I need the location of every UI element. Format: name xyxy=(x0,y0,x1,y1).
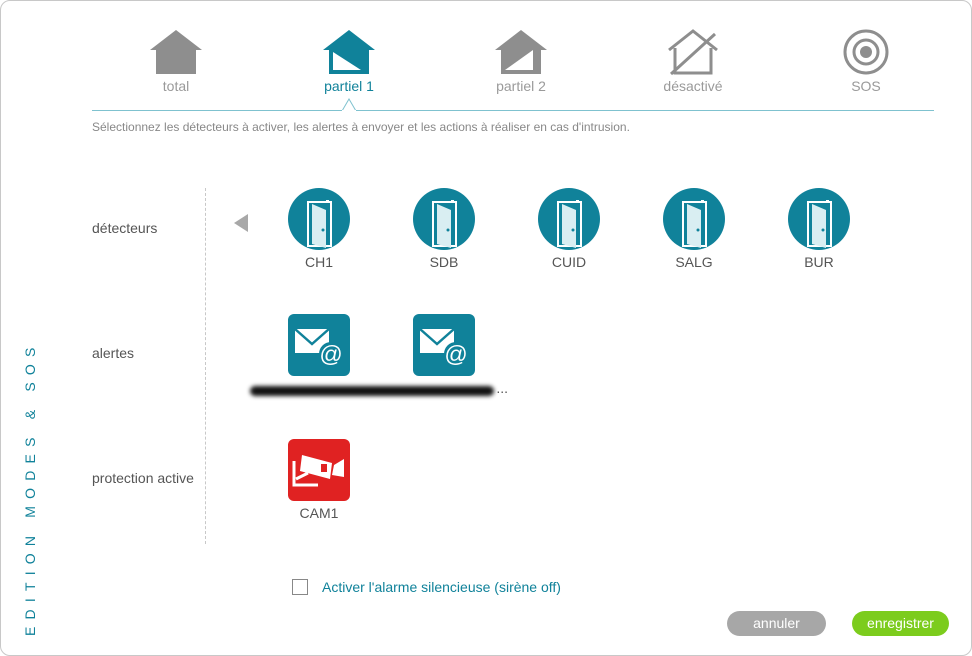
house-partial-2-icon xyxy=(495,30,547,74)
section-label-protection: protection active xyxy=(92,470,194,486)
detector-salg[interactable]: SALG xyxy=(662,188,726,270)
detector-label: SDB xyxy=(429,254,459,270)
tab-underline xyxy=(92,110,934,111)
cancel-button[interactable]: annuler xyxy=(727,611,826,636)
detector-label: SALG xyxy=(675,254,713,270)
scroll-left-arrow-icon[interactable] xyxy=(234,214,248,232)
section-label-detectors: détecteurs xyxy=(92,220,158,236)
detector-label: BUR xyxy=(804,254,834,270)
active-tab-indicator xyxy=(342,98,356,112)
door-open-icon xyxy=(288,188,350,250)
alert-email-2[interactable]: @ xyxy=(412,314,476,376)
house-full-icon xyxy=(150,30,202,74)
protection-label: CAM1 xyxy=(299,505,339,521)
section-label-alerts: alertes xyxy=(92,345,135,361)
tab-total[interactable]: total xyxy=(121,28,231,94)
detector-ch1[interactable]: CH1 xyxy=(287,188,351,270)
sos-target-icon xyxy=(843,29,889,75)
svg-text:@: @ xyxy=(319,341,342,367)
tab-desactive-label: désactivé xyxy=(663,78,723,94)
tab-total-label: total xyxy=(162,78,190,94)
tab-desactive[interactable]: désactivé xyxy=(638,28,748,94)
sidebar-title: EDITION MODES & SOS xyxy=(22,340,38,637)
tab-sos[interactable]: SOS xyxy=(811,28,921,94)
redaction-scribble xyxy=(250,386,494,396)
door-open-icon xyxy=(663,188,725,250)
silent-alarm-label[interactable]: Activer l'alarme silencieuse (sirène off… xyxy=(322,579,561,595)
dialog-frame xyxy=(0,0,972,656)
detector-bur[interactable]: BUR xyxy=(787,188,851,270)
door-open-icon xyxy=(413,188,475,250)
protection-cam1[interactable]: CAM1 xyxy=(287,439,351,521)
section-divider xyxy=(205,188,206,544)
tab-partiel-2-label: partiel 2 xyxy=(496,78,546,94)
save-button[interactable]: enregistrer xyxy=(852,611,949,636)
door-open-icon xyxy=(788,188,850,250)
caption-ellipsis: ... xyxy=(496,380,508,396)
detector-label: CUID xyxy=(551,254,587,270)
detector-label: CH1 xyxy=(304,254,333,270)
detector-sdb[interactable]: SDB xyxy=(412,188,476,270)
tab-partiel-1-label: partiel 1 xyxy=(324,78,374,94)
detector-cuid[interactable]: CUID xyxy=(537,188,601,270)
silent-alarm-checkbox[interactable] xyxy=(292,579,308,595)
tab-sos-label: SOS xyxy=(851,78,881,94)
camera-icon xyxy=(288,439,350,501)
email-at-icon: @ xyxy=(288,314,350,376)
silent-alarm-option[interactable]: Activer l'alarme silencieuse (sirène off… xyxy=(292,579,561,595)
door-open-icon xyxy=(538,188,600,250)
tab-partiel-1[interactable]: partiel 1 xyxy=(294,28,404,94)
email-at-icon: @ xyxy=(413,314,475,376)
house-partial-1-icon xyxy=(323,30,375,74)
tab-partiel-2[interactable]: partiel 2 xyxy=(466,28,576,94)
alerts-redacted-caption: ... xyxy=(246,380,508,402)
house-disabled-icon xyxy=(668,29,718,76)
instructions-text: Sélectionnez les détecteurs à activer, l… xyxy=(92,120,630,134)
svg-text:@: @ xyxy=(444,341,467,367)
alert-email-1[interactable]: @ xyxy=(287,314,351,376)
